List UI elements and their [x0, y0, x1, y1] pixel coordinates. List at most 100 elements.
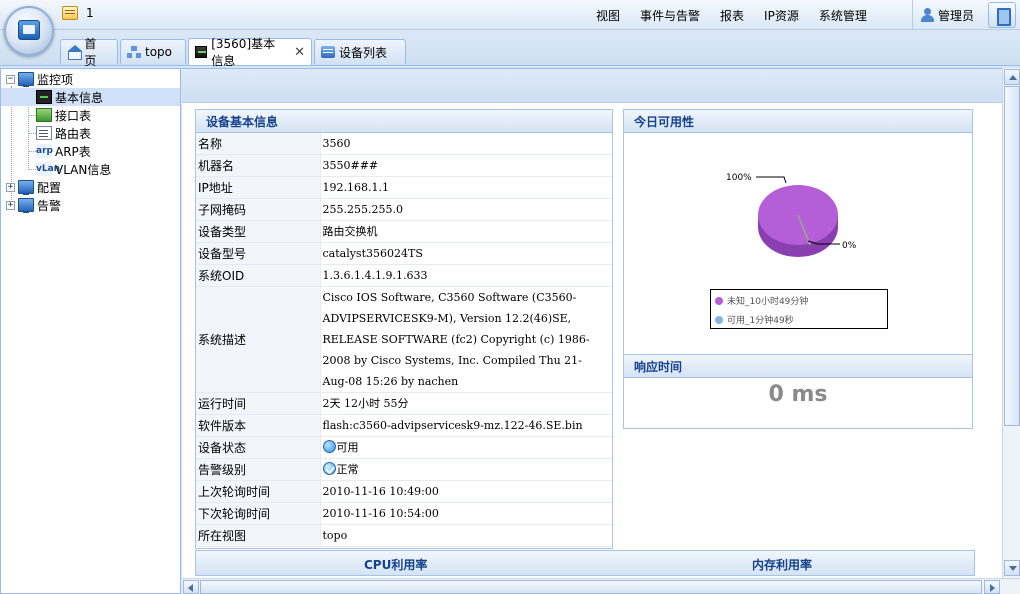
tree-node-alarm[interactable]: + 告警 [6, 196, 61, 214]
message-icon[interactable] [62, 6, 78, 20]
status-icon [322, 440, 336, 453]
device-info-table: 名称 3560 机器名 3550### IP地址 192.168.1.1 子网掩码 25… [196, 133, 612, 547]
table-row: 子网掩码 255.255.255.0 [196, 198, 612, 221]
menu-ip-resources[interactable]: IP资源 [754, 7, 809, 24]
check-icon [322, 462, 336, 475]
device-info-title: 设备基本信息 [195, 109, 613, 133]
tab-topo[interactable]: topo [120, 39, 186, 64]
menu-system-management[interactable]: 系统管理 [809, 7, 877, 24]
response-time-value: 0 ms [768, 382, 828, 407]
table-row: 系统OID 1.3.6.1.4.1.9.1.633 [196, 264, 612, 287]
legend-swatch [715, 296, 723, 305]
chevron-right-icon [990, 584, 995, 592]
device-status: 可用 [320, 436, 612, 459]
memory-utilization-title: 内存利用率 [752, 558, 813, 572]
chevron-down-icon [1009, 566, 1017, 571]
scroll-thumb[interactable] [200, 580, 982, 594]
availability-title: 今日可用性 [623, 109, 973, 133]
field-label: 设备状态 [196, 436, 321, 459]
expand-icon[interactable]: + [6, 182, 15, 192]
vertical-scrollbar[interactable] [1002, 68, 1020, 578]
scroll-thumb[interactable] [1004, 86, 1020, 426]
alarm-level-text: 正常 [336, 463, 359, 476]
table-row: 运行时间 2天 12小时 55分 [196, 392, 612, 415]
table-row: 告警级别 正常 [196, 458, 612, 481]
status-text: 可用 [336, 441, 359, 454]
tree-item-label: 基本信息 [55, 90, 104, 105]
tree-connector [28, 151, 36, 152]
scroll-down-button[interactable] [1004, 560, 1020, 576]
tree-item-basic-info[interactable]: 基本信息 [1, 88, 180, 106]
label-leader-line [756, 176, 787, 184]
legend-item: 可用_1分钟49秒 [715, 313, 794, 326]
table-row: 上次轮询时间 2010-11-16 10:49:00 [196, 480, 612, 503]
chevron-left-icon [188, 584, 193, 592]
field-label: 告警级别 [196, 458, 321, 481]
field-value: 2010-11-16 10:54:00 [320, 502, 612, 525]
cpu-utilization-title: CPU利用率 [364, 558, 428, 572]
menu-view[interactable]: 视图 [586, 7, 630, 24]
device-icon [195, 46, 208, 58]
tab-label: 首 页 [84, 37, 97, 68]
tree-item-label: 路由表 [55, 126, 92, 141]
arp-icon: arp [36, 144, 53, 158]
top-bar: 1 视图 事件与告警 报表 IP资源 系统管理 管理员 [0, 0, 1020, 30]
tab-device-basic-info[interactable]: [3560]基本信息 ✕ [188, 37, 312, 68]
home-icon [67, 45, 83, 60]
vlan-icon: vLan [36, 162, 61, 176]
scroll-up-button[interactable] [1004, 69, 1020, 85]
user-menu[interactable]: 管理员 [912, 0, 984, 30]
tree-connector [28, 169, 36, 170]
system-description: Cisco IOS Software, C3560 Software (C356… [320, 286, 612, 393]
field-label: IP地址 [196, 176, 321, 199]
table-row: 系统描述 Cisco IOS Software, C3560 Software (… [196, 286, 612, 393]
field-value: 3560 [320, 133, 612, 155]
field-label: 软件版本 [196, 414, 321, 437]
device-list-icon [321, 46, 335, 58]
tab-label: 设备列表 [339, 45, 388, 60]
content-header [182, 69, 1002, 103]
response-time-title: 响应时间 [623, 354, 973, 378]
scroll-left-button[interactable] [183, 580, 199, 594]
field-label: 上次轮询时间 [196, 480, 321, 503]
tab-label: [3560]基本信息 [211, 37, 276, 68]
exit-button[interactable] [988, 2, 1016, 28]
tree-node-monitor[interactable]: − 监控项 [6, 70, 73, 88]
tree-item-route-table[interactable]: 路由表 [36, 124, 91, 142]
field-label: 名称 [196, 133, 321, 155]
tab-device-list[interactable]: 设备列表 [314, 39, 406, 64]
tree-connector [28, 115, 36, 116]
user-icon [921, 8, 934, 22]
expand-icon[interactable]: + [6, 200, 15, 210]
tree-item-arp-table[interactable]: arp ARP表 [36, 142, 91, 160]
field-value: topo [320, 524, 612, 547]
tree-item-interface-table[interactable]: 接口表 [36, 106, 91, 124]
device-info-panel: 名称 3560 机器名 3550### IP地址 192.168.1.1 子网掩码 25… [195, 133, 613, 549]
table-row: IP地址 192.168.1.1 [196, 176, 612, 199]
tree-node-config[interactable]: + 配置 [6, 178, 61, 196]
field-value: 3550### [320, 154, 612, 177]
menu-events-alarms[interactable]: 事件与告警 [630, 7, 710, 24]
tab-home[interactable]: 首 页 [60, 37, 118, 68]
tree-item-vlan-info[interactable]: vLan VLAN信息 [36, 160, 111, 178]
field-label: 所在视图 [196, 524, 321, 547]
horizontal-scrollbar[interactable] [182, 578, 1020, 594]
field-value: 2天 12小时 55分 [320, 392, 612, 415]
table-row: 所在视图 topo [196, 524, 612, 547]
table-row: 设备状态 可用 [196, 436, 612, 459]
scroll-right-button[interactable] [984, 580, 1000, 594]
table-row: 设备类型 路由交换机 [196, 220, 612, 243]
user-name: 管理员 [938, 8, 975, 23]
message-indicator[interactable]: 1 [62, 6, 94, 20]
interface-icon [36, 108, 52, 122]
tab-label: topo [145, 45, 173, 59]
collapse-icon[interactable]: − [6, 74, 15, 84]
main-menu: 视图 事件与告警 报表 IP资源 系统管理 [586, 0, 877, 30]
menu-reports[interactable]: 报表 [710, 7, 754, 24]
field-value: 1.3.6.1.4.1.9.1.633 [320, 264, 612, 287]
chart-legend: 未知_10小时49分钟 可用_1分钟49秒 [710, 289, 888, 329]
field-value: 2010-11-16 10:49:00 [320, 480, 612, 503]
close-icon[interactable]: ✕ [294, 46, 305, 59]
legend-swatch [715, 315, 723, 324]
alarm-icon [18, 198, 34, 213]
